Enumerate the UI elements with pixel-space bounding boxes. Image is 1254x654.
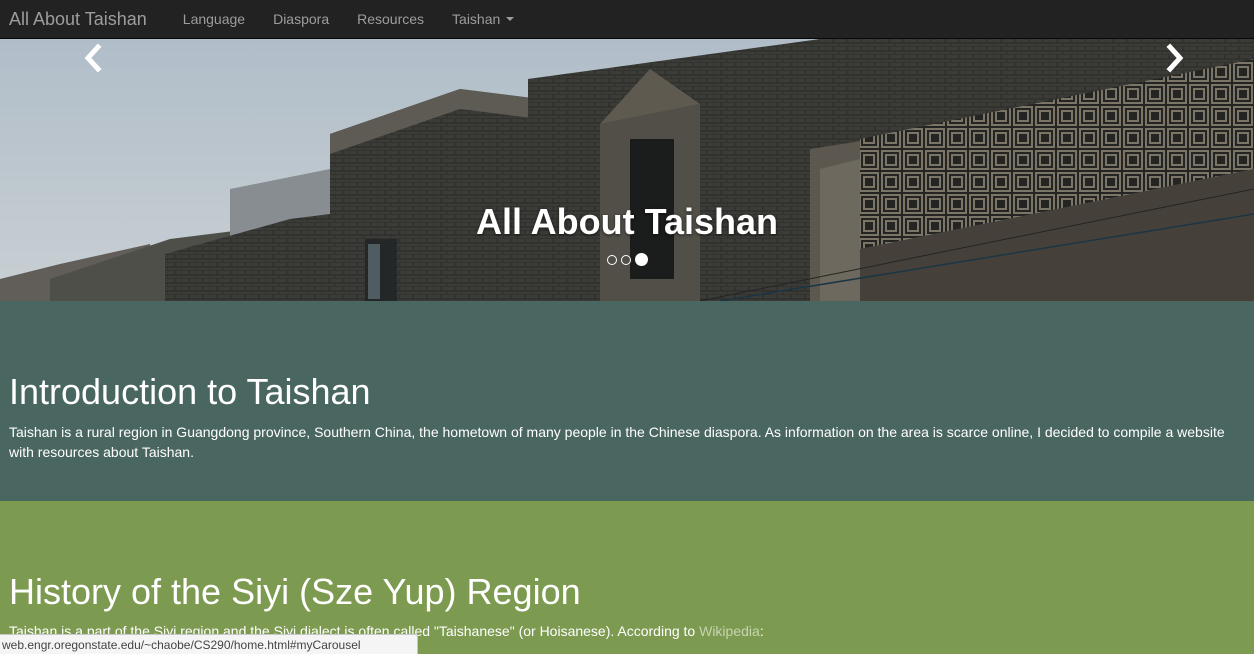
- history-heading: History of the Siyi (Sze Yup) Region: [9, 571, 581, 612]
- wikipedia-link[interactable]: Wikipedia: [699, 623, 760, 639]
- carousel-indicator-1[interactable]: [606, 254, 617, 265]
- carousel-indicators: [0, 253, 1254, 266]
- browser-status-bar: web.engr.oregonstate.edu/~chaobe/CS290/h…: [0, 634, 418, 654]
- history-text-suffix: :: [759, 623, 764, 639]
- nav-dropdown-taishan[interactable]: Taishan: [442, 11, 524, 27]
- carousel-caption: All About Taishan: [476, 201, 778, 242]
- status-url: web.engr.oregonstate.edu/~chaobe/CS290/h…: [2, 637, 361, 652]
- nav-link-resources[interactable]: Resources: [347, 11, 434, 27]
- carousel-indicator-3[interactable]: [634, 253, 648, 266]
- nav-link-label: Resources: [357, 11, 425, 27]
- nav-link-diaspora[interactable]: Diaspora: [263, 11, 339, 27]
- intro-heading: Introduction to Taishan: [9, 371, 371, 412]
- history-section: History of the Siyi (Sze Yup) Region Tai…: [0, 501, 1254, 654]
- carousel-prev-button[interactable]: [78, 41, 108, 75]
- chevron-left-icon: [84, 43, 102, 73]
- nav-link-label: Diaspora: [273, 11, 330, 27]
- caret-down-icon: [506, 17, 515, 21]
- intro-section: Introduction to Taishan Taishan is a rur…: [0, 301, 1254, 501]
- nav-link-label: Language: [182, 11, 246, 27]
- intro-paragraph: Taishan is a rural region in Guangdong p…: [9, 424, 1225, 460]
- carousel-next-button[interactable]: [1160, 41, 1190, 75]
- nav-link-label: Taishan: [452, 11, 501, 27]
- carousel-indicator-2[interactable]: [620, 254, 631, 265]
- hero-carousel: All About Taishan: [0, 39, 1254, 301]
- chevron-right-icon: [1166, 43, 1184, 73]
- navbar: All About Taishan Language Diaspora Reso…: [0, 0, 1254, 39]
- navbar-brand[interactable]: All About Taishan: [9, 9, 147, 30]
- nav-link-language[interactable]: Language: [173, 11, 255, 27]
